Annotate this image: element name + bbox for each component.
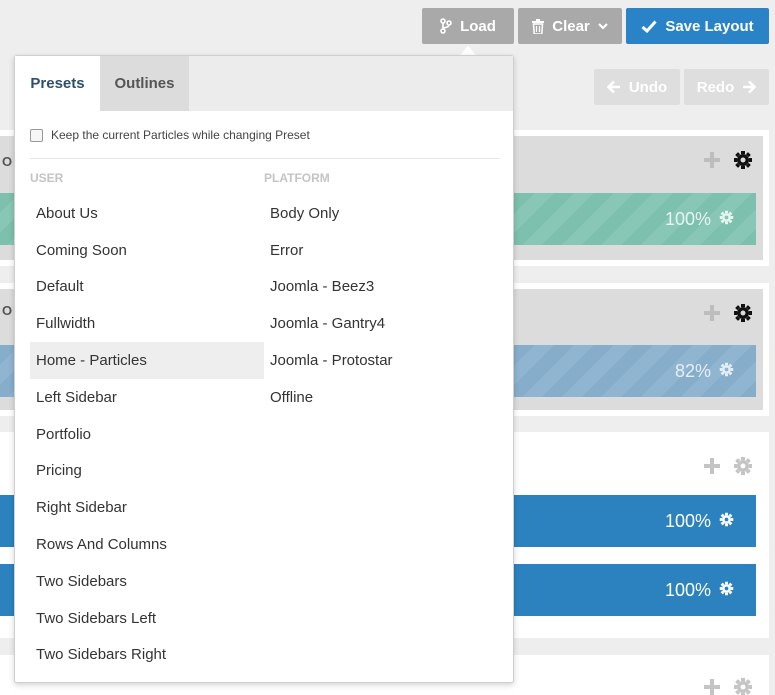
gear-icon[interactable] <box>733 677 753 695</box>
add-icon[interactable] <box>703 678 721 695</box>
add-icon[interactable] <box>703 304 721 327</box>
user-heading: USER <box>30 171 64 185</box>
add-icon[interactable] <box>703 457 721 480</box>
preset-item[interactable]: Joomla - Protostar <box>264 342 498 379</box>
preset-item-active[interactable]: Home - Particles <box>30 342 264 379</box>
preset-item[interactable]: Portfolio <box>30 416 264 453</box>
preset-item[interactable]: Error <box>264 232 498 269</box>
preset-item[interactable]: Coming Soon <box>30 232 264 269</box>
dropdown-caret <box>460 46 476 55</box>
redo-button[interactable]: Redo <box>684 69 769 105</box>
gear-icon[interactable] <box>733 150 753 175</box>
preset-item[interactable]: Fullwidth <box>30 305 264 342</box>
load-button[interactable]: Load <box>422 8 514 44</box>
keep-particles-option[interactable]: Keep the current Particles while changin… <box>30 128 310 142</box>
load-preset-dropdown: Presets Outlines Keep the current Partic… <box>14 55 514 683</box>
chevron-down-icon <box>597 22 608 30</box>
preset-item[interactable]: Left Sidebar <box>30 379 264 416</box>
block-width: 100% <box>664 208 711 229</box>
tab-presets[interactable]: Presets <box>15 56 100 111</box>
preset-item[interactable]: Two Sidebars <box>30 563 264 600</box>
gear-icon[interactable] <box>719 511 734 532</box>
redo-label: Redo <box>696 78 735 96</box>
branch-icon <box>440 18 452 34</box>
keep-particles-checkbox[interactable] <box>30 128 43 142</box>
clear-label: Clear <box>552 17 590 35</box>
keep-particles-label: Keep the current Particles while changin… <box>51 128 310 142</box>
gear-icon[interactable] <box>719 580 734 601</box>
section-label: O <box>2 154 13 169</box>
preset-item[interactable]: About Us <box>30 195 264 232</box>
section-tools <box>703 150 753 175</box>
section-tools <box>703 456 753 481</box>
load-label: Load <box>460 17 496 35</box>
gear-icon[interactable] <box>719 209 734 230</box>
preset-item[interactable]: Offline <box>264 379 498 416</box>
preset-item[interactable]: Two Sidebars Right <box>30 637 264 674</box>
preset-item[interactable]: Two Sidebars Left <box>30 600 264 637</box>
tab-outlines[interactable]: Outlines <box>100 56 189 111</box>
dropdown-tabs: Presets Outlines <box>15 56 513 111</box>
preset-item[interactable]: Joomla - Gantry4 <box>264 305 498 342</box>
gear-icon[interactable] <box>733 303 753 328</box>
preset-item[interactable]: Default <box>30 269 264 306</box>
preset-item[interactable]: Right Sidebar <box>30 489 264 526</box>
clear-button[interactable]: Clear <box>518 8 622 44</box>
platform-preset-list: Body Only Error Joomla - Beez3 Joomla - … <box>264 195 498 416</box>
user-preset-list: About Us Coming Soon Default Fullwidth H… <box>30 195 264 673</box>
preset-item[interactable]: Rows And Columns <box>30 526 264 563</box>
add-icon[interactable] <box>703 151 721 174</box>
section-label: O <box>2 303 13 318</box>
arrow-right-icon <box>742 80 757 94</box>
arrow-left-icon <box>606 80 621 94</box>
section-tools <box>703 303 753 328</box>
trash-icon <box>532 18 545 34</box>
check-icon <box>641 19 657 33</box>
save-layout-label: Save Layout <box>665 17 754 35</box>
undo-button[interactable]: Undo <box>594 69 680 105</box>
gear-icon[interactable] <box>719 361 734 382</box>
section-tools <box>703 677 753 695</box>
preset-item[interactable]: Pricing <box>30 453 264 490</box>
preset-item[interactable]: Joomla - Beez3 <box>264 269 498 306</box>
block-width: 100% <box>664 510 711 531</box>
undo-label: Undo <box>628 78 668 96</box>
divider <box>30 158 500 159</box>
gear-icon[interactable] <box>733 456 753 481</box>
save-layout-button[interactable]: Save Layout <box>626 8 769 44</box>
block-width: 82% <box>674 360 711 381</box>
platform-heading: PLATFORM <box>264 171 330 185</box>
preset-item[interactable]: Body Only <box>264 195 498 232</box>
block-width: 100% <box>664 579 711 600</box>
